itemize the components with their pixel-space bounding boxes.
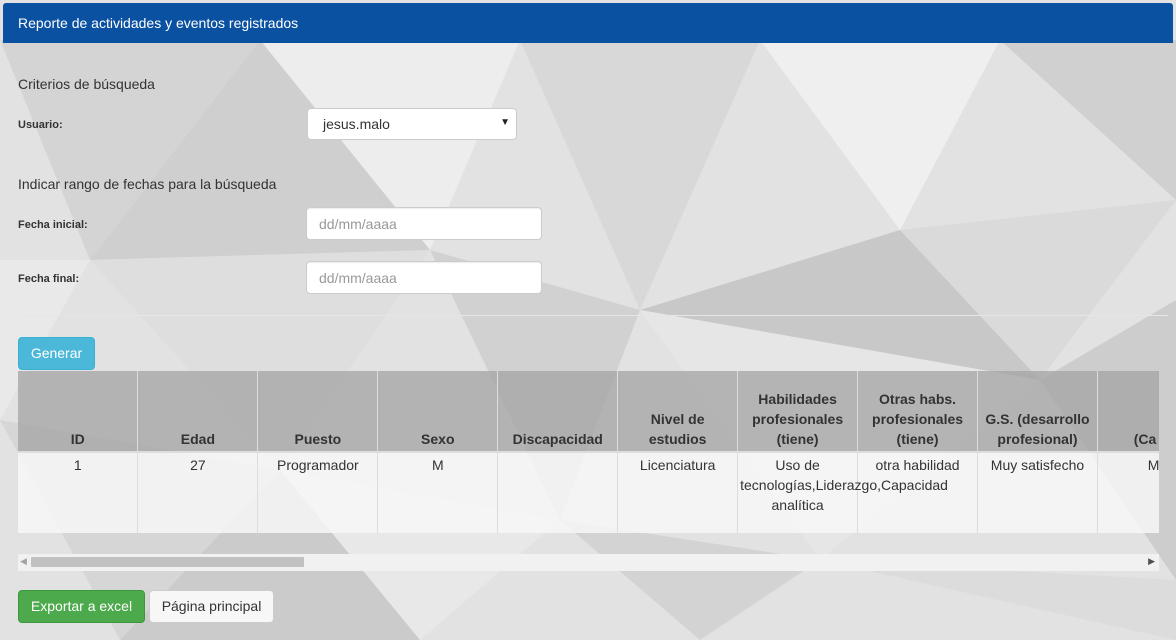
scroll-left-icon[interactable]: ◀ bbox=[20, 556, 27, 567]
user-label: Usuario: bbox=[18, 119, 63, 131]
generate-button[interactable]: Generar bbox=[18, 337, 95, 370]
column-header-discapacidad: Discapacidad bbox=[497, 371, 619, 453]
cell-truncated: Mu bbox=[1097, 452, 1159, 533]
cell-nivel-estudios: Licenciatura bbox=[617, 452, 739, 533]
end-date-label: Fecha final: bbox=[18, 273, 80, 285]
user-select[interactable]: jesus.malo ▼ bbox=[307, 108, 517, 140]
column-header-otras-habs: Otras habs. profesionales (tiene) bbox=[857, 371, 978, 453]
scroll-right-icon[interactable]: ▶ bbox=[1148, 556, 1155, 567]
start-date-input[interactable] bbox=[306, 207, 542, 240]
search-criteria-title: Criterios de búsqueda bbox=[18, 76, 155, 92]
date-range-title: Indicar rango de fechas para la búsqueda bbox=[18, 176, 277, 192]
table-header-row: ID Edad Puesto Sexo Discapacidad Nivel d… bbox=[18, 371, 1159, 453]
user-select-value: jesus.malo bbox=[323, 116, 390, 132]
cell-edad: 27 bbox=[137, 452, 259, 533]
cell-id: 1 bbox=[18, 452, 139, 533]
table-row: 1 27 Programador M Licenciatura Uso de t… bbox=[18, 452, 1159, 533]
start-date-label: Fecha inicial: bbox=[18, 219, 88, 231]
column-header-habilidades: Habilidades profesionales (tiene) bbox=[737, 371, 859, 453]
divider bbox=[18, 315, 1168, 316]
column-header-id: ID bbox=[18, 371, 139, 453]
results-table: ID Edad Puesto Sexo Discapacidad Nivel d… bbox=[18, 371, 1159, 533]
cell-discapacidad bbox=[497, 452, 619, 533]
panel-heading: Reporte de actividades y eventos registr… bbox=[3, 3, 1173, 43]
column-header-nivel-estudios: Nivel de estudios bbox=[617, 371, 739, 453]
column-header-gs-desarrollo: G.S. (desarrollo profesional) bbox=[977, 371, 1098, 453]
horizontal-scrollbar[interactable]: ◀ ▶ bbox=[18, 554, 1159, 571]
report-panel: Reporte de actividades y eventos registr… bbox=[3, 3, 1173, 637]
end-date-input[interactable] bbox=[306, 261, 542, 294]
column-header-sexo: Sexo bbox=[377, 371, 499, 453]
cell-puesto: Programador bbox=[257, 452, 379, 533]
cell-habilidades: Uso de tecnologías,Liderazgo,Capacidad a… bbox=[737, 452, 948, 533]
results-table-container: ID Edad Puesto Sexo Discapacidad Nivel d… bbox=[18, 371, 1159, 533]
home-page-button[interactable]: Página principal bbox=[149, 590, 274, 623]
scrollbar-thumb[interactable] bbox=[31, 557, 304, 567]
column-header-truncated: (Ca p d bbox=[1097, 371, 1159, 453]
column-header-edad: Edad bbox=[137, 371, 259, 453]
column-header-puesto: Puesto bbox=[257, 371, 379, 453]
cell-gs-desarrollo: Muy satisfecho bbox=[977, 452, 1098, 533]
export-excel-button[interactable]: Exportar a excel bbox=[18, 590, 145, 623]
cell-sexo: M bbox=[377, 452, 499, 533]
caret-down-icon: ▼ bbox=[500, 117, 510, 128]
